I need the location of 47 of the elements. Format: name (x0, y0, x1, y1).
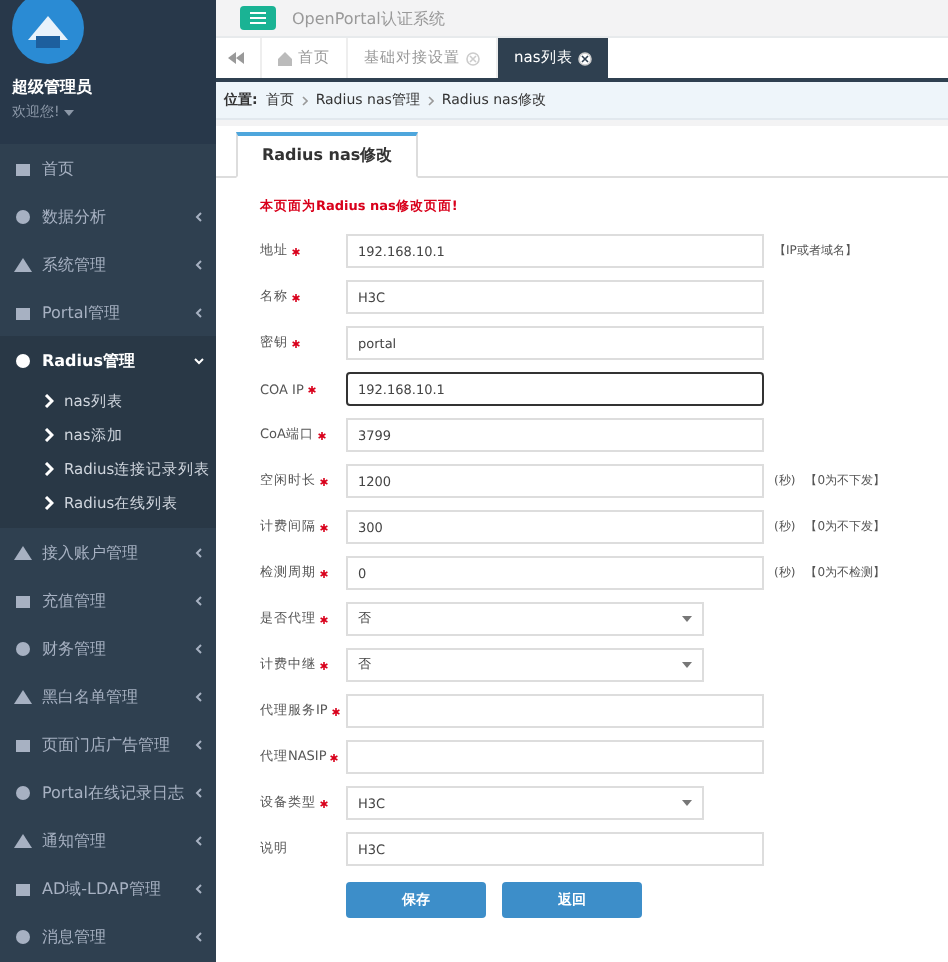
chevron-icon (194, 883, 204, 893)
sidebar-item[interactable]: 充值管理 (0, 576, 216, 624)
chevron-icon (194, 211, 204, 221)
chevron-icon (194, 307, 204, 317)
chevron-icon (194, 739, 204, 749)
chevron-icon (44, 462, 54, 476)
user-name: 超级管理员 (12, 76, 92, 98)
input-field[interactable] (346, 694, 764, 728)
app-title: OpenPortal认证系统 (292, 7, 445, 29)
sidebar-item[interactable]: 财务管理 (0, 624, 216, 672)
dropdown-caret-icon (682, 800, 692, 806)
sidebar-item[interactable]: 接入账户管理 (0, 528, 216, 576)
menu-button[interactable] (240, 6, 276, 30)
chevron-icon (44, 496, 54, 510)
sidebar-item[interactable]: 首页 (0, 144, 216, 192)
sidebar-item[interactable]: 黑白名单管理 (0, 672, 216, 720)
logo-avatar-icon (12, 0, 84, 64)
chevron-icon (44, 428, 54, 442)
sidebar-item[interactable]: Portal在线记录日志 (0, 768, 216, 816)
sidebar-item[interactable]: Portal管理 (0, 288, 216, 336)
chevron-icon (194, 691, 204, 701)
chevron-icon (194, 931, 204, 941)
chevron-icon (194, 547, 204, 557)
chevron-icon (44, 394, 54, 408)
chevron-icon (194, 259, 204, 269)
sidebar-item[interactable]: 数据分析 (0, 192, 216, 240)
sidebar-item[interactable]: 消息管理 (0, 912, 216, 960)
sidebar-item[interactable]: 通知管理 (0, 816, 216, 864)
sidebar-item[interactable]: Radius管理 (0, 336, 216, 384)
dropdown-caret-icon (682, 616, 692, 622)
breadcrumb-separator-icon (427, 95, 434, 105)
chevron-icon (194, 643, 204, 653)
close-icon[interactable] (578, 51, 593, 65)
breadcrumb-separator-icon (301, 95, 308, 105)
double-chevron-icon[interactable] (228, 52, 244, 64)
panel-tab[interactable]: Radius nas修改 (236, 132, 419, 178)
chevron-icon (194, 595, 204, 605)
dropdown-caret-icon (682, 662, 692, 668)
sidebar-item[interactable]: 系统管理 (0, 240, 216, 288)
chevron-icon (194, 787, 204, 797)
menu-icon (250, 12, 266, 24)
input-field[interactable] (346, 740, 764, 774)
sidebar-item[interactable]: 页面门店广告管理 (0, 720, 216, 768)
chevron-icon (194, 835, 204, 845)
chevron-icon (194, 355, 204, 365)
sidebar-item[interactable]: AD域-LDAP管理 (0, 864, 216, 912)
caret-icon (64, 110, 75, 116)
